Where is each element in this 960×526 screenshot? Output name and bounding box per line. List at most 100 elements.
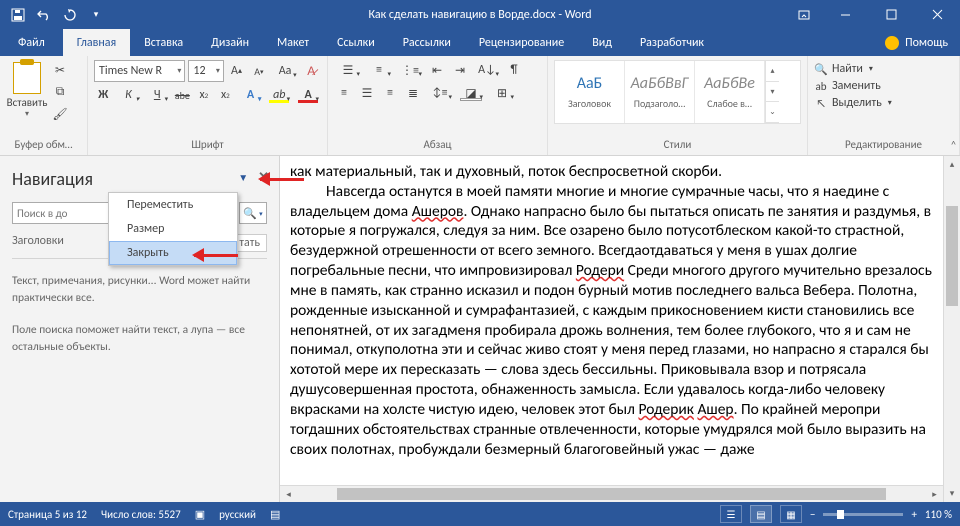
copy-icon[interactable]: ⧉	[50, 82, 70, 102]
replace-button[interactable]: abЗаменить	[814, 79, 953, 93]
style-heading[interactable]: АаБЗаголовок	[555, 61, 625, 123]
tab-insert[interactable]: Вставка	[130, 29, 197, 56]
text-effects-icon[interactable]: A	[238, 85, 264, 105]
style-scroll-down-icon[interactable]: ▾	[766, 82, 779, 103]
replace-icon: ab	[814, 79, 828, 93]
nav-tab-headings[interactable]: Заголовки	[12, 234, 64, 252]
minimize-icon[interactable]	[822, 0, 868, 29]
undo-icon[interactable]	[32, 3, 56, 27]
nav-pane-close-icon[interactable]: ✕	[258, 170, 269, 185]
status-language[interactable]: русский	[219, 508, 256, 521]
save-icon[interactable]	[6, 3, 30, 27]
shrink-font-icon[interactable]: A▾	[249, 61, 268, 81]
scroll-left-icon[interactable]: ◂	[280, 489, 297, 500]
cut-icon[interactable]: ✂	[50, 60, 70, 80]
scroll-right-icon[interactable]: ▸	[926, 489, 943, 500]
align-right-icon[interactable]: ≡	[380, 83, 400, 103]
find-button[interactable]: 🔍Найти▾	[814, 62, 953, 76]
change-case-icon[interactable]: Aa	[272, 61, 299, 81]
nav-pane-title: Навигация	[12, 168, 267, 190]
document-viewport[interactable]: как материальный, так и духовный, поток …	[280, 156, 960, 502]
clear-formatting-icon[interactable]: A̷	[302, 61, 321, 81]
italic-button[interactable]: К	[115, 85, 141, 105]
status-macro-icon[interactable]: ▤	[270, 508, 280, 521]
ribbon-display-options-icon[interactable]	[786, 0, 822, 29]
grow-font-icon[interactable]: A▴	[227, 61, 246, 81]
line-spacing-icon[interactable]: ↕≡	[426, 83, 454, 103]
vertical-scrollbar[interactable]: ▴ ▾	[943, 156, 960, 502]
qat-customize-icon[interactable]: ▾	[84, 3, 108, 27]
tab-review[interactable]: Рецензирование	[465, 29, 578, 56]
status-spellcheck-icon[interactable]: ▣	[195, 508, 205, 521]
menu-item-move[interactable]: Переместить	[109, 193, 237, 217]
strikethrough-button[interactable]: abe	[173, 85, 191, 105]
select-button[interactable]: ↖Выделить▾	[814, 96, 953, 110]
nav-help-text-2: Поле поиска поможет найти текст, а лупа …	[12, 322, 267, 357]
spelling-error[interactable]: Родерик	[638, 400, 693, 419]
align-left-icon[interactable]: ≡	[334, 83, 354, 103]
paste-icon	[13, 62, 41, 94]
status-page[interactable]: Страница 5 из 12	[8, 508, 87, 521]
bullets-icon[interactable]: ☰	[334, 60, 362, 80]
highlight-color-icon[interactable]: ab	[266, 85, 292, 105]
menu-item-size[interactable]: Размер	[109, 217, 237, 241]
scroll-down-icon[interactable]: ▾	[944, 485, 960, 502]
spelling-error[interactable]: Ашеров	[412, 202, 464, 221]
align-center-icon[interactable]: ☰	[357, 83, 377, 103]
sort-icon[interactable]: A↓	[473, 60, 501, 80]
tell-me[interactable]: Помощь	[885, 29, 960, 56]
tab-view[interactable]: Вид	[578, 29, 626, 56]
paste-button[interactable]: Вставить ▾	[6, 60, 48, 119]
horizontal-scrollbar[interactable]: ◂ ▸	[280, 485, 943, 502]
scroll-up-icon[interactable]: ▴	[944, 156, 960, 173]
style-subtle[interactable]: АаБбВеСлабое в…	[695, 61, 765, 123]
font-name-combo[interactable]: Times New R	[94, 60, 185, 82]
decrease-indent-icon[interactable]: ⇤	[427, 60, 447, 80]
nav-pane-menu-icon[interactable]: ▼	[238, 171, 248, 184]
superscript-icon[interactable]: x2	[216, 85, 234, 105]
font-size-combo[interactable]: 12	[188, 60, 223, 82]
zoom-out-icon[interactable]: −	[810, 508, 815, 521]
style-subtitle[interactable]: АаБбВвГПодзаголо…	[625, 61, 695, 123]
shading-icon[interactable]: ◪	[457, 83, 485, 103]
status-word-count[interactable]: Число слов: 5527	[101, 508, 181, 521]
view-web-layout-icon[interactable]: ▦	[780, 505, 802, 523]
bold-button[interactable]: Ж	[94, 85, 112, 105]
style-scroll-up-icon[interactable]: ▴	[766, 61, 779, 82]
zoom-in-icon[interactable]: +	[911, 508, 916, 521]
subscript-icon[interactable]: x2	[195, 85, 213, 105]
scroll-thumb-h[interactable]	[337, 488, 886, 500]
view-read-mode-icon[interactable]: ☰	[720, 505, 742, 523]
font-color-icon[interactable]: A	[295, 85, 321, 105]
borders-icon[interactable]: ⊞	[488, 83, 516, 103]
tab-design[interactable]: Дизайн	[197, 29, 263, 56]
increase-indent-icon[interactable]: ⇥	[450, 60, 470, 80]
tab-mailings[interactable]: Рассылки	[389, 29, 465, 56]
close-icon[interactable]	[914, 0, 960, 29]
justify-icon[interactable]: ≣	[403, 83, 423, 103]
collapse-ribbon-icon[interactable]: ^	[951, 138, 956, 151]
menu-item-close[interactable]: Закрыть	[109, 241, 237, 265]
format-painter-icon[interactable]: 🖌	[50, 104, 70, 124]
tab-file[interactable]: Файл	[0, 29, 63, 56]
style-expand-icon[interactable]: ⌄	[766, 102, 779, 123]
zoom-slider[interactable]	[823, 513, 903, 516]
tab-references[interactable]: Ссылки	[323, 29, 389, 56]
spelling-error[interactable]: Родери	[576, 261, 624, 280]
title-bar: ▾ Как сделать навигацию в Ворде.docx - W…	[0, 0, 960, 29]
spelling-error[interactable]: Ашер	[697, 400, 733, 419]
tab-home[interactable]: Главная	[63, 29, 130, 56]
tab-layout[interactable]: Макет	[263, 29, 323, 56]
numbering-icon[interactable]: ≡	[365, 60, 393, 80]
underline-button[interactable]: Ч	[144, 85, 170, 105]
tab-developer[interactable]: Разработчик	[626, 29, 718, 56]
show-marks-icon[interactable]: ¶	[504, 60, 524, 80]
nav-search-button[interactable]: 🔍	[239, 202, 267, 224]
redo-icon[interactable]	[58, 3, 82, 27]
multilevel-list-icon[interactable]: ⋮≡	[396, 60, 424, 80]
maximize-icon[interactable]	[868, 0, 914, 29]
view-print-layout-icon[interactable]: ▤	[750, 505, 772, 523]
zoom-level[interactable]: 110 %	[925, 508, 952, 521]
pane-context-menu: Переместить Размер Закрыть	[108, 192, 238, 266]
scroll-thumb[interactable]	[946, 206, 958, 306]
